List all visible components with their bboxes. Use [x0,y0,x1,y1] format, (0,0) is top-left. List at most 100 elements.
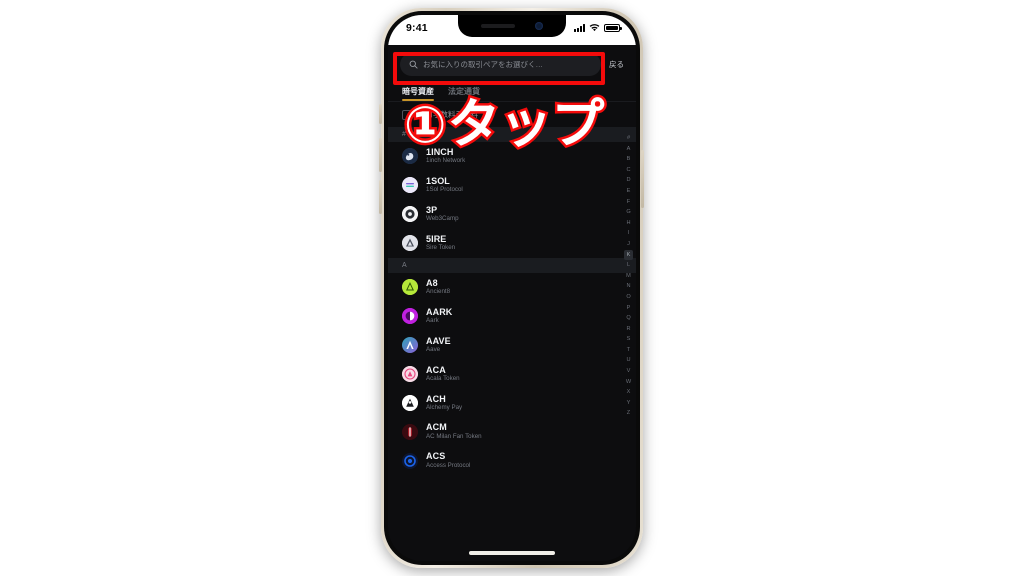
section-header-a: A [388,257,636,273]
coin-texts: AAVE Aave [426,335,451,354]
zero-fee-checkbox[interactable] [402,109,412,120]
app-content: お気に入りの取引ペアをお選びく… 戻る 暗号資産 法定通貨 ゼロ手数料手数料 # [388,45,636,561]
coin-name: Alchemy Pay [426,403,463,411]
battery-icon [604,24,622,32]
coin-symbol: AAVE [426,335,451,346]
index-letter-Q[interactable]: Q [624,313,633,324]
coin-texts: A8 Ancient8 [426,277,450,296]
list-item[interactable]: 3P Web3Camp [388,200,636,229]
index-letter-U[interactable]: U [624,355,633,366]
screenshot-stage: 9:41 お気に入りの取引ペアをお選びく… 戻る 暗号資産 法定通貨 ゼロ手数料… [0,0,1024,576]
index-letter-N[interactable]: N [624,281,633,292]
list-item[interactable]: AAVE Aave [388,331,636,360]
coin-list[interactable]: # 1INCH 1inch Network 1SOL 1Sol Protocol… [388,127,636,527]
index-letter-O[interactable]: O [624,292,633,303]
index-letter-V[interactable]: V [624,366,633,377]
index-letter-W[interactable]: W [624,377,633,388]
list-item[interactable]: ACS Access Protocol [388,446,636,475]
index-letter-S[interactable]: S [624,334,633,345]
coin-symbol: ACH [426,393,446,404]
index-letter-F[interactable]: F [624,197,633,208]
coin-name: Aave [426,346,441,354]
coin-icon-aave [402,337,418,354]
coin-symbol: AARK [426,306,453,317]
search-icon [409,60,418,69]
filter-row[interactable]: ゼロ手数料手数料 [388,102,636,127]
list-item[interactable]: A8 Ancient8 [388,273,636,302]
coin-name: Aark [426,317,439,325]
index-letter-D[interactable]: D [624,175,633,186]
list-item[interactable]: 1INCH 1inch Network [388,142,636,171]
coin-symbol: 3P [426,204,438,215]
coin-symbol: 1SOL [426,175,450,186]
coin-icon-3p [402,206,418,223]
index-letter-E[interactable]: E [624,186,633,197]
tab-crypto[interactable]: 暗号資産 [402,86,434,101]
volume-up-button[interactable] [379,138,382,172]
tab-fiat[interactable]: 法定通貨 [448,86,480,101]
index-letter-G[interactable]: G [624,207,633,218]
list-item[interactable]: ACM AC Milan Fan Token [388,417,636,446]
index-letter-P[interactable]: P [624,303,633,314]
index-letter-M[interactable]: M [624,271,633,282]
coin-symbol: ACA [426,364,446,375]
home-indicator [469,551,555,555]
index-letter-H[interactable]: H [624,218,633,229]
index-letter-X[interactable]: X [624,387,633,398]
index-letter-Z[interactable]: Z [624,408,633,419]
coin-icon-aark [402,308,418,325]
list-item[interactable]: ACA Acala Token [388,360,636,389]
cellular-signal-icon [574,24,585,32]
coin-icon-1sol [402,177,418,194]
coin-name: Sire Token [426,244,456,252]
list-item[interactable]: AARK Aark [388,302,636,331]
index-letter-R[interactable]: R [624,324,633,335]
volume-down-button[interactable] [379,180,382,214]
tab-bar: 暗号資産 法定通貨 [388,82,636,101]
front-camera [535,22,543,30]
power-button[interactable] [641,150,644,208]
coin-texts: 1INCH 1inch Network [426,147,466,165]
back-button[interactable]: 戻る [607,59,626,70]
coin-name: AC Milan Fan Token [426,432,482,440]
index-letter-C[interactable]: C [624,165,633,176]
index-letter-#[interactable]: # [624,133,633,144]
earpiece-speaker [481,24,515,28]
index-letter-L[interactable]: L [624,260,633,271]
coin-icon-1inch [402,148,418,165]
index-letter-B[interactable]: B [624,154,633,165]
coin-symbol: 1INCH [426,147,454,157]
list-item[interactable]: 1SOL 1Sol Protocol [388,171,636,200]
index-letter-J[interactable]: J [624,239,633,250]
phone-screen: 9:41 お気に入りの取引ペアをお選びく… 戻る 暗号資産 法定通貨 ゼロ手数料… [388,15,636,561]
coin-icon-a8 [402,279,418,296]
wifi-icon [589,24,600,32]
coin-name: 1Sol Protocol [426,186,463,194]
notch [458,15,566,37]
list-item[interactable]: 5IRE Sire Token [388,229,636,258]
index-letter-K[interactable]: K [624,249,633,261]
alphabet-index[interactable]: # A B C D E F G H I J K L M N O P Q R S T U V W X Y Z [624,133,633,419]
search-input[interactable]: お気に入りの取引ペアをお選びく… [400,53,601,76]
coin-symbol: A8 [426,277,438,288]
zero-fee-label: ゼロ手数料手数料 [418,110,478,119]
coin-name: 1inch Network [426,157,466,165]
index-letter-I[interactable]: I [624,228,633,239]
index-letter-Y[interactable]: Y [624,398,633,409]
coin-texts: ACH Alchemy Pay [426,393,463,412]
coin-icon-5ire [402,235,418,252]
search-placeholder: お気に入りの取引ペアをお選びく… [423,60,543,69]
status-bar-indicators [574,22,622,32]
coin-texts: AARK Aark [426,306,453,325]
coin-icon-acs [402,452,418,469]
list-item[interactable]: ACH Alchemy Pay [388,389,636,418]
index-letter-T[interactable]: T [624,345,633,356]
section-header-hash: # [388,127,636,142]
coin-name: Access Protocol [426,461,471,469]
index-letter-A[interactable]: A [624,144,633,155]
coin-texts: ACM AC Milan Fan Token [426,422,482,440]
silent-switch[interactable] [379,104,382,124]
status-bar: 9:41 [388,15,636,45]
coin-texts: 3P Web3Camp [426,204,459,223]
coin-symbol: ACS [426,451,446,462]
